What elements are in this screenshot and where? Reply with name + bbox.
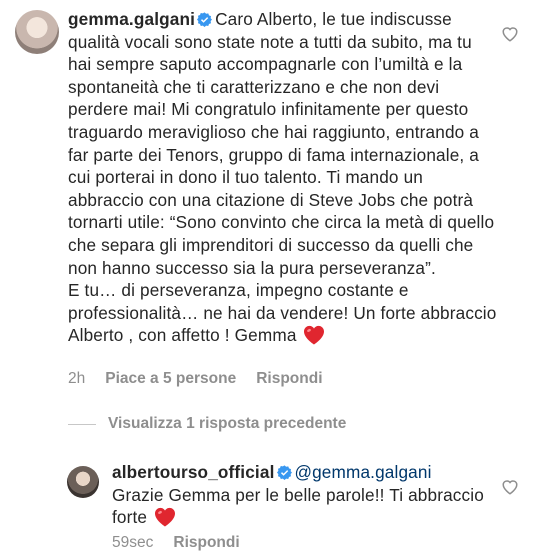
comment-body: gemma.galgani Caro Alberto, le tue indis… bbox=[68, 8, 498, 347]
heart-emoji-icon bbox=[304, 326, 325, 345]
view-replies-label: Visualizza 1 risposta precedente bbox=[108, 415, 347, 432]
verified-badge-icon bbox=[276, 465, 292, 480]
comment-text: Caro Alberto, le tue indiscusse qualità … bbox=[68, 9, 495, 278]
verified-badge-icon bbox=[197, 12, 213, 27]
comment-time: 2h bbox=[68, 370, 86, 387]
heart-emoji-icon bbox=[155, 508, 176, 527]
reply-mention[interactable]: @gemma.galgani bbox=[295, 462, 432, 482]
comment-reply-button[interactable]: Rispondi bbox=[256, 370, 322, 388]
reply-meta: 59sec Rispondi bbox=[112, 534, 240, 552]
reply-reply-button[interactable]: Rispondi bbox=[173, 534, 239, 552]
avatar[interactable] bbox=[67, 466, 99, 498]
comment-meta: 2h Piace a 5 persone Rispondi bbox=[68, 370, 323, 388]
comment-text-2: E tu… di perseveranza, impegno costante … bbox=[68, 280, 497, 346]
reply-body: albertourso_official @gemma.galgani Graz… bbox=[112, 461, 484, 529]
comment-likes-link[interactable]: Piace a 5 persone bbox=[105, 370, 236, 388]
view-replies-toggle[interactable]: Visualizza 1 risposta precedente bbox=[68, 415, 346, 433]
like-heart-icon[interactable] bbox=[501, 25, 519, 43]
like-heart-icon[interactable] bbox=[501, 478, 519, 496]
comment-username[interactable]: gemma.galgani bbox=[68, 9, 195, 29]
avatar[interactable] bbox=[15, 10, 59, 54]
divider-line bbox=[68, 423, 96, 425]
reply-username[interactable]: albertourso_official bbox=[112, 462, 275, 482]
reply-time: 59sec bbox=[112, 534, 154, 551]
